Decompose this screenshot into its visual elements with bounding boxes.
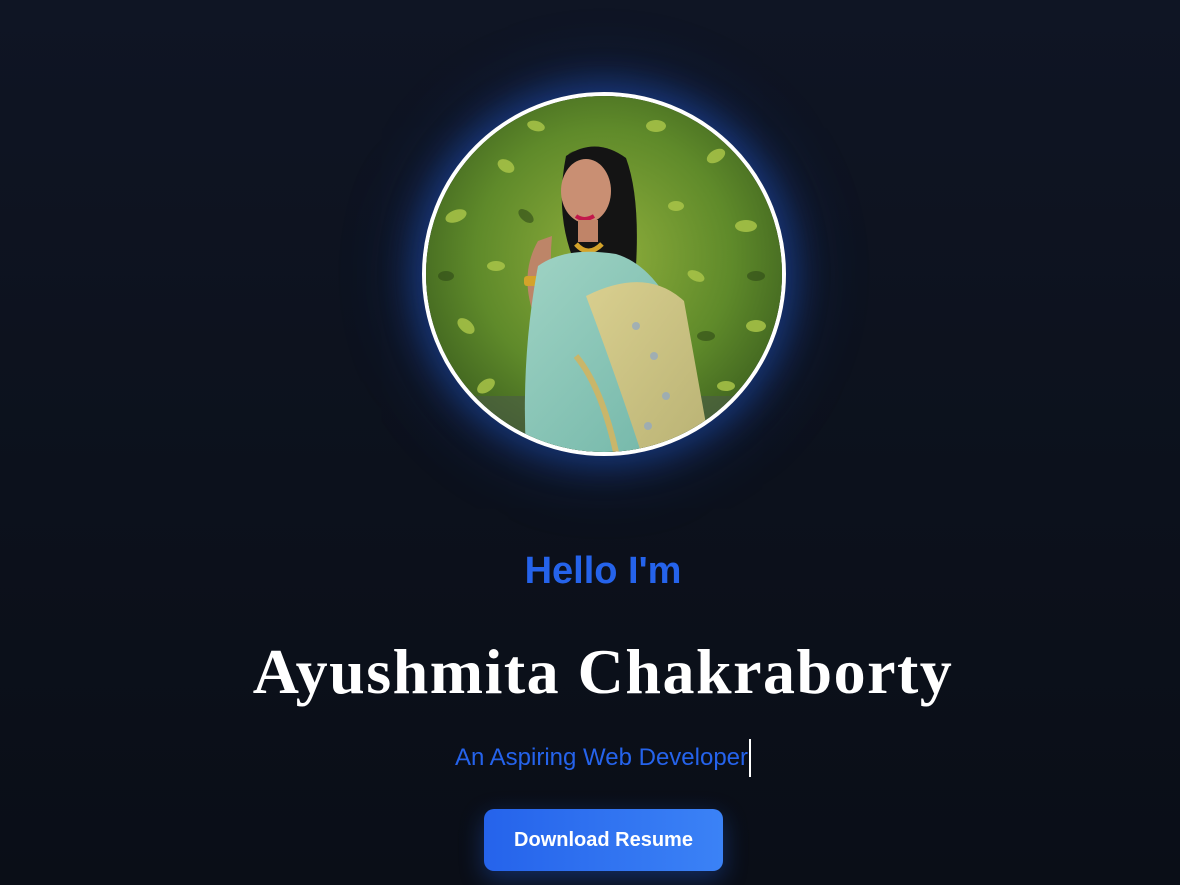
greeting-text: Hello I'm — [524, 550, 682, 592]
tagline-row: An Aspiring Web Developer — [0, 738, 1180, 778]
profile-photo — [422, 92, 786, 456]
download-resume-button[interactable]: Download Resume — [484, 809, 723, 871]
person-name: Ayushmita Chakraborty — [252, 636, 954, 707]
hero-section: Hello I'm Ayushmita Chakraborty An Aspir… — [0, 0, 1180, 885]
typed-tagline: An Aspiring Web Developer — [454, 744, 749, 771]
typing-cursor-icon — [749, 739, 752, 777]
profile-photo-frame — [422, 92, 786, 456]
